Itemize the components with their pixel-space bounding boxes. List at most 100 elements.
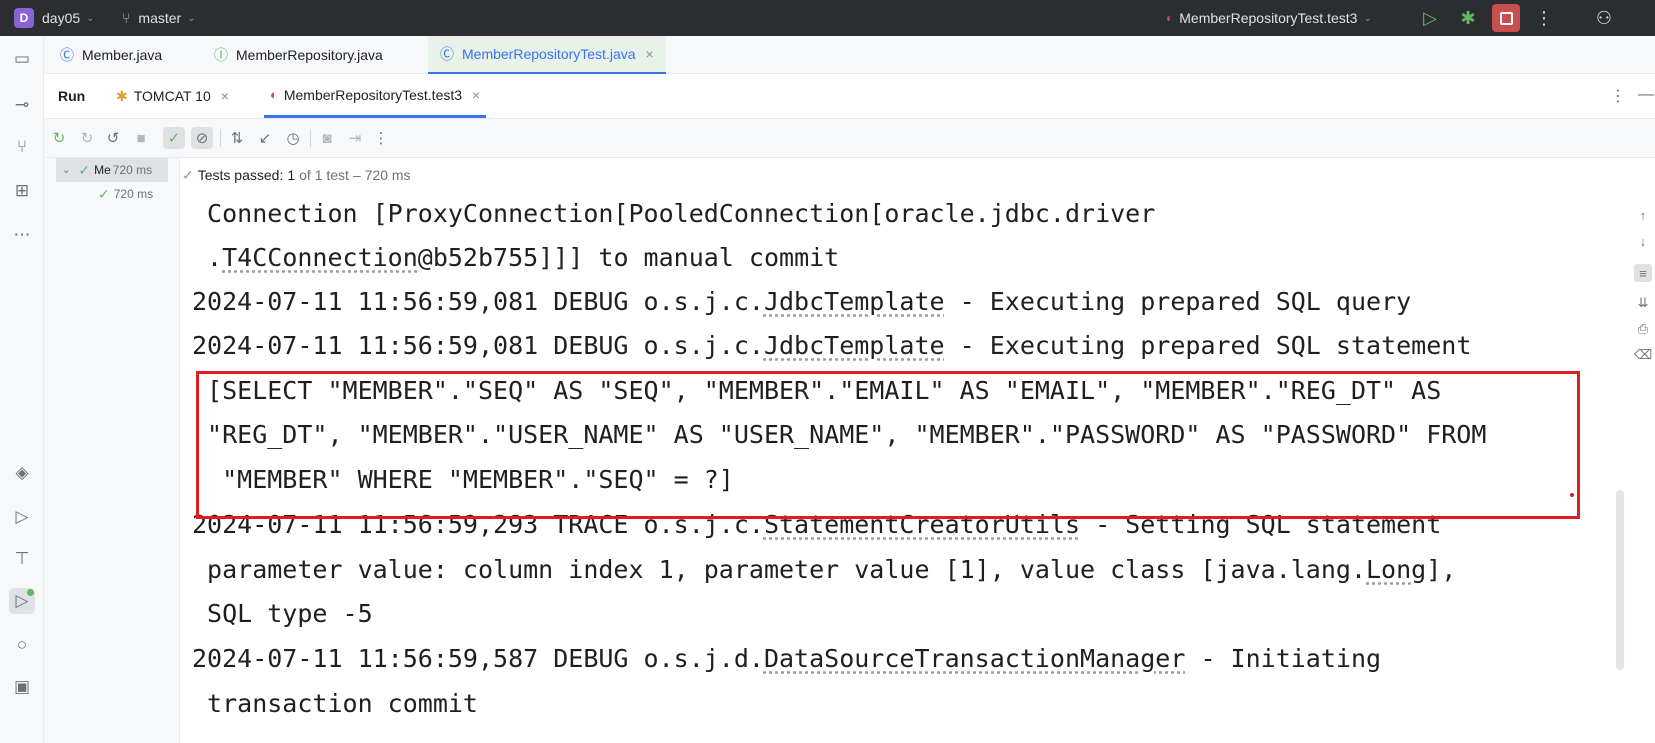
editor-tab-bar: Ⓒ Member.java Ⓘ MemberRepository.java Ⓒ … [44,36,1655,74]
branch-icon: ⑂ [122,10,131,26]
console-line: "REG_DT", "MEMBER"."USER_NAME" AS "USER_… [192,420,1487,449]
test-class-icon: Ⓒ [440,46,454,62]
layers-icon[interactable]: ◈ [9,460,35,486]
history-icon[interactable]: ◷ [282,127,304,149]
stop-button[interactable] [1492,4,1520,32]
run-toolbar: ↻ ↻ ↺ ■ ✓ ⊘ ⇅ ↙ ◷ ◙ ⇥ ⋮ [44,118,1655,158]
toolbar-separator [310,129,311,147]
console-line: 2024-07-11 11:56:59,081 DEBUG o.s.j.c.Jd… [192,287,1412,316]
tomcat-icon: ✱ [116,87,128,104]
console-line: 2024-07-11 11:56:59,081 DEBUG o.s.j.c.Jd… [192,331,1472,360]
console-line: 2024-07-11 11:56:59,587 DEBUG o.s.j.d.Da… [192,644,1382,673]
tab-test-run[interactable]: ◐ MemberRepositoryTest.test3 × [264,74,487,118]
toolbar-separator [220,129,221,147]
console-line: Connection [ProxyConnection[PooledConnec… [192,199,1156,228]
console-output[interactable]: Connection [ProxyConnection[PooledConnec… [182,192,1612,743]
chevron-down-icon: ⌄ [1363,12,1372,24]
chevron-down-icon: ⌄ [62,164,71,176]
test-results-tree: ⌄ ✓ Me 720 ms ✓ 720 ms [44,158,180,743]
services-icon[interactable]: ▷ [9,504,35,530]
arrow-down-icon[interactable]: ↓ [1634,232,1652,250]
minimize-icon[interactable]: — [1638,86,1654,104]
print-icon[interactable]: ⎙ [1634,320,1652,338]
rerun-failed-icon[interactable]: ↻ [76,127,98,149]
class-icon: Ⓒ [60,47,74,63]
import-icon[interactable]: ⇥ [344,127,366,149]
left-tool-stripe: ▭ ⊸ ⑂ ⊞ ⋯ ◈ ▷ ⊤ ▷ ○ ▣ [0,36,44,743]
tab-member-java[interactable]: Ⓒ Member.java [48,36,174,74]
camera-icon[interactable]: ◙ [316,127,338,149]
more-options-icon[interactable]: ⋮ [1610,86,1626,106]
console-line: transaction commit [192,689,478,718]
console-line: parameter value: column index 1, paramet… [192,555,1457,584]
close-icon[interactable]: × [472,87,480,103]
console-line: [SELECT "MEMBER"."SEQ" AS "SEQ", "MEMBER… [192,376,1442,405]
account-button[interactable]: ⚇ [1590,4,1618,32]
console-line: 2024-07-11 11:56:59,293 TRACE o.s.j.c.St… [192,510,1442,539]
run-config-name: MemberRepositoryTest.test3 [1179,10,1358,26]
run-panel-title: Run [58,88,86,104]
close-icon[interactable]: × [221,88,229,104]
build-icon[interactable]: ⊤ [9,546,35,572]
more-actions-button[interactable]: ⋮ [1530,4,1558,32]
tree-item-root[interactable]: ⌄ ✓ Me 720 ms [56,158,168,182]
debug-button[interactable]: ✱ [1454,4,1482,32]
class-link[interactable]: T4CConnection [222,243,418,272]
sort-icon[interactable]: ⇅ [226,127,248,149]
branch-name: master [138,10,182,26]
run-config-selector[interactable]: ◐ MemberRepositoryTest.test3 ⌄ [1166,0,1372,36]
stop-icon [1499,11,1513,25]
collapse-icon[interactable]: ↙ [254,127,276,149]
terminal-icon[interactable]: ▣ [9,674,35,700]
toggle-auto-test-icon[interactable]: ↺ [102,127,124,149]
chevron-down-icon: ⌄ [86,12,95,24]
run-tool-window-header: Run ✱ TOMCAT 10 × ◐ MemberRepositoryTest… [44,74,1655,118]
run-tool-icon[interactable]: ▷ [9,588,35,614]
arrow-up-icon[interactable]: ↑ [1634,206,1652,224]
test-config-icon: ◐ [1166,11,1174,25]
folder-icon[interactable]: ▭ [9,46,35,72]
show-passed-icon[interactable]: ✓ [163,127,185,149]
class-link[interactable]: StatementCreatorUtils [764,510,1080,539]
scroll-to-end-icon[interactable]: ⇊ [1634,294,1652,312]
pull-request-icon[interactable]: ⑂ [9,134,35,160]
annotation-dot [1570,493,1574,497]
structure-icon[interactable]: ⊞ [9,178,35,204]
tab-member-repository-java[interactable]: Ⓘ MemberRepository.java [202,36,395,74]
chevron-down-icon: ⌄ [187,12,196,24]
project-badge: D [14,8,34,28]
more-options-icon[interactable]: ⋮ [370,127,392,149]
tab-member-repository-test-java[interactable]: Ⓒ MemberRepositoryTest.java × [428,36,666,74]
interface-icon: Ⓘ [214,47,228,63]
console-line: .T4CConnection@b52b755]]] to manual comm… [192,243,840,272]
check-icon: ✓ [182,166,194,183]
tree-item-test3[interactable]: ✓ 720 ms [98,182,153,206]
check-icon: ✓ [98,185,110,202]
project-name: day05 [42,10,81,26]
class-link[interactable]: JdbcTemplate [764,331,945,360]
stop-icon[interactable]: ■ [130,127,152,149]
check-icon: ✓ [78,161,91,178]
search-icon[interactable]: ○ [9,632,35,658]
class-link[interactable]: JdbcTemplate [764,287,945,316]
console-side-toolbar: ↑ ↓ ≡ ⇊ ⎙ ⌫ [1630,192,1655,743]
test-config-icon: ◐ [270,87,278,102]
console-line: SQL type -5 [192,599,373,628]
more-tools-icon[interactable]: ⋯ [9,222,35,248]
commit-icon[interactable]: ⊸ [9,92,35,118]
branch-selector[interactable]: ⑂ master ⌄ [122,0,196,36]
trash-icon[interactable]: ⌫ [1634,346,1652,364]
tab-tomcat[interactable]: ✱ TOMCAT 10 × [110,74,235,118]
test-status-line: ✓ Tests passed: 1 of 1 test – 720 ms [182,166,411,184]
soft-wrap-icon[interactable]: ≡ [1634,264,1652,282]
show-ignored-icon[interactable]: ⊘ [191,127,213,149]
class-link[interactable]: Long [1366,555,1426,584]
close-icon[interactable]: × [646,46,654,62]
console-scrollbar[interactable] [1616,490,1624,670]
project-selector[interactable]: D day05 ⌄ [14,0,95,36]
class-link[interactable]: DataSourceTransactionManager [764,644,1185,673]
running-indicator [27,589,34,596]
run-button[interactable]: ▷ [1416,4,1444,32]
console-line: "MEMBER" WHERE "MEMBER"."SEQ" = ?] [192,465,734,494]
rerun-icon[interactable]: ↻ [48,127,70,149]
